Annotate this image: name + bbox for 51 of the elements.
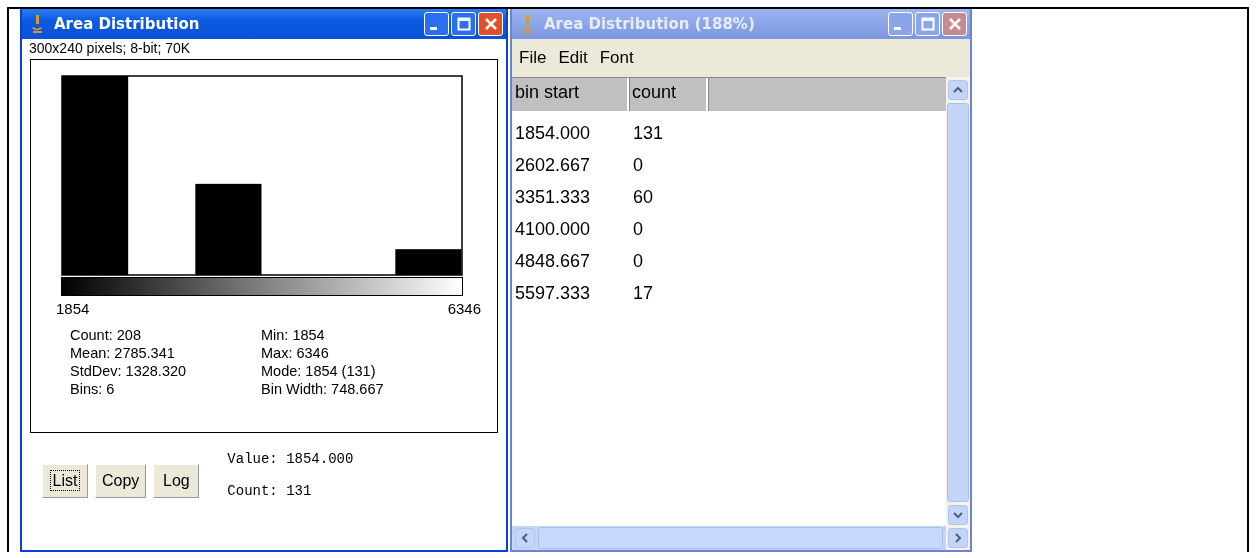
column-header[interactable]: count bbox=[629, 78, 708, 111]
menu-item[interactable]: Font bbox=[599, 48, 634, 68]
table-cell-text: 17 bbox=[632, 282, 654, 304]
close-icon bbox=[483, 17, 498, 31]
close-icon bbox=[947, 17, 962, 31]
table-cell-text: 4100.000 bbox=[514, 218, 592, 240]
table-cell-text: 3351.333 bbox=[514, 186, 592, 208]
value-readout: Value: 1854.000 bbox=[227, 451, 354, 467]
close-button[interactable] bbox=[478, 12, 503, 36]
microscope-icon bbox=[520, 14, 534, 34]
table-cell-text: 131 bbox=[632, 122, 664, 144]
table-cell-text: 5597.333 bbox=[514, 282, 592, 304]
axis-max-label: 6346 bbox=[447, 300, 481, 317]
minimize-icon bbox=[430, 26, 437, 30]
statistic: Max: 6346 bbox=[261, 344, 330, 362]
horizontal-scrollbar[interactable] bbox=[512, 526, 946, 550]
statistic: StdDev: 1328.320 bbox=[70, 362, 188, 380]
close-button[interactable] bbox=[942, 12, 967, 36]
statistic: Mode: 1854 (131) bbox=[261, 362, 377, 380]
window-title: Area Distribution (188%) bbox=[544, 15, 756, 33]
menu-item[interactable]: File bbox=[519, 48, 547, 68]
microscope-icon bbox=[30, 14, 44, 34]
maximize-button[interactable] bbox=[915, 12, 940, 36]
table-cell-text: 0 bbox=[632, 250, 643, 272]
menu-item[interactable]: Edit bbox=[558, 48, 588, 68]
table-cell-text: 60 bbox=[632, 186, 654, 208]
table-cell-text: 1854.000 bbox=[514, 122, 592, 144]
window-title: Area Distribution bbox=[54, 15, 201, 33]
table-cell-text: 0 bbox=[632, 218, 643, 240]
vertical-scrollbar[interactable] bbox=[946, 77, 970, 550]
maximize-icon bbox=[920, 17, 935, 31]
statistic: Bin Width: 748.667 bbox=[261, 380, 384, 398]
minimize-button[interactable] bbox=[888, 12, 913, 36]
push-button[interactable]: Copy bbox=[95, 464, 147, 498]
table-cell-text: 2602.667 bbox=[514, 154, 592, 176]
table-cell-text: 4848.667 bbox=[514, 250, 592, 272]
minimize-button[interactable] bbox=[424, 12, 449, 36]
count-readout: Count: 131 bbox=[227, 483, 313, 499]
statistic: Count: 208 bbox=[70, 326, 142, 344]
push-button[interactable]: Log bbox=[153, 464, 200, 498]
image-info: 300x240 pixels; 8-bit; 70K bbox=[29, 39, 192, 58]
maximize-icon bbox=[456, 17, 471, 31]
statistic: Mean: 2785.341 bbox=[70, 344, 176, 362]
maximize-button[interactable] bbox=[451, 12, 476, 36]
statistic: Bins: 6 bbox=[70, 380, 116, 398]
table-cell-text: 0 bbox=[632, 154, 643, 176]
column-header[interactable]: bin start bbox=[512, 78, 629, 111]
minimize-icon bbox=[894, 26, 901, 30]
axis-min-label: 1854 bbox=[56, 300, 90, 317]
push-button[interactable]: List bbox=[42, 464, 88, 498]
statistic: Min: 1854 bbox=[261, 326, 326, 344]
